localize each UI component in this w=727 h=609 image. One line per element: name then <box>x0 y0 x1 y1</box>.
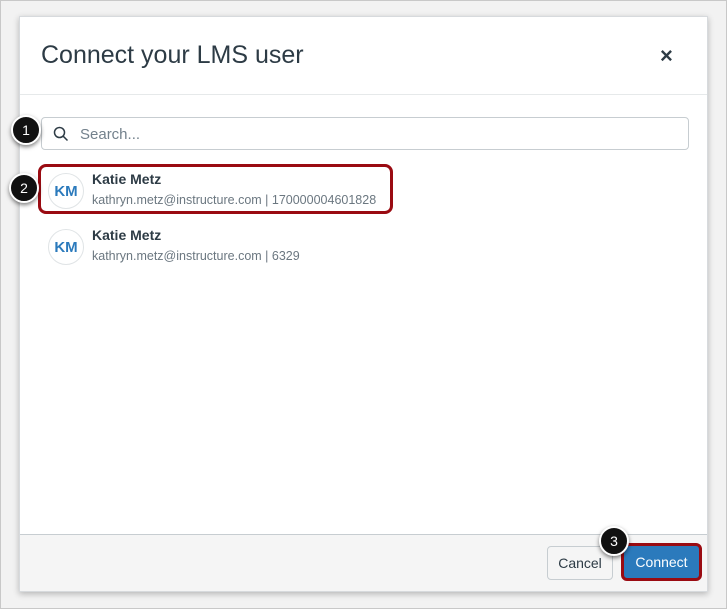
avatar: KM <box>48 229 84 265</box>
search-icon <box>53 126 69 142</box>
dialog-title: Connect your LMS user <box>41 41 304 69</box>
user-detail: kathryn.metz@instructure.com | 6329 <box>92 249 300 263</box>
user-name: Katie Metz <box>92 227 162 243</box>
user-list-item[interactable]: KM Katie Metz kathryn.metz@instructure.c… <box>42 221 392 269</box>
callout-badge-2: 2 <box>9 173 39 203</box>
search-field[interactable] <box>41 117 689 150</box>
screenshot-frame: Connect your LMS user × KM Katie Metz ka… <box>0 0 727 609</box>
divider <box>20 94 707 95</box>
close-icon[interactable]: × <box>660 43 673 69</box>
callout-badge-1: 1 <box>11 115 41 145</box>
callout-badge-3: 3 <box>599 526 629 556</box>
connect-button[interactable]: Connect <box>621 543 702 581</box>
highlight-outline <box>38 164 393 214</box>
search-input[interactable] <box>78 122 668 146</box>
connect-lms-user-dialog: Connect your LMS user × KM Katie Metz ka… <box>19 16 708 592</box>
